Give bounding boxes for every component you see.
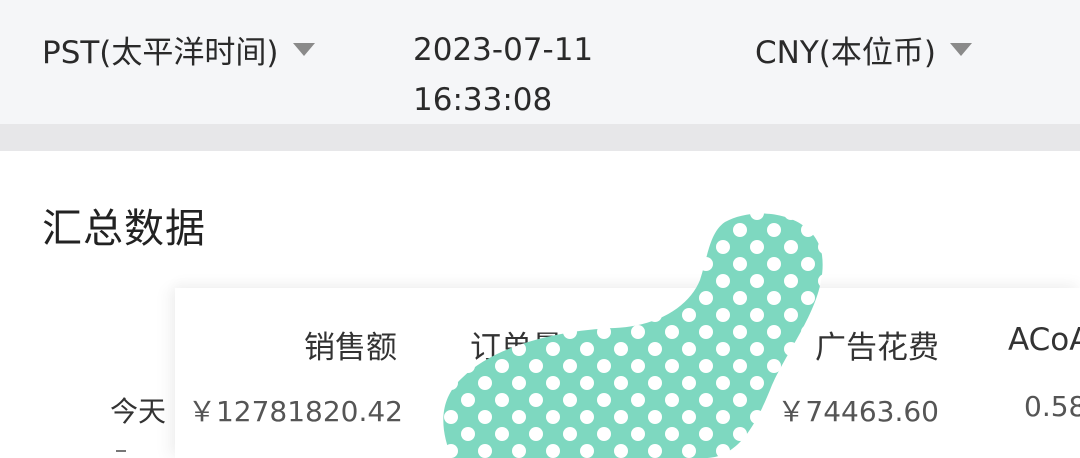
section-divider [0,124,1080,151]
timezone-label: PST(太平洋时间) [42,35,279,71]
column-header-ad-spend: 广告花费 [815,330,939,366]
column-header-sales: 销售额 [304,330,397,366]
column-header-acoa: ACoA [1008,322,1080,358]
current-datetime: 2023-07-11 16:33:08 [413,25,613,125]
row-label-today: 今天 [110,395,167,428]
current-time: 16:33:08 [413,82,553,118]
currency-selector[interactable]: CNY(本位币) [755,27,972,72]
cell-today-sales: ￥12781820.42 [187,395,403,428]
summary-table-card [175,288,1080,458]
timezone-selector[interactable]: PST(太平洋时间) [42,27,315,72]
column-header-orders: 订单量 [470,330,563,366]
next-row-peek [116,450,126,458]
cell-today-ad-spend: ￥74463.60 [777,395,939,428]
caret-down-icon [292,43,315,56]
top-toolbar: PST(太平洋时间) 2023-07-11 16:33:08 CNY(本位币) [0,0,1080,124]
caret-down-icon [949,43,972,56]
section-title: 汇总数据 [42,206,206,252]
cell-today-acoa: 0.58 [1024,390,1080,423]
current-date: 2023-07-11 [413,32,594,68]
currency-label: CNY(本位币) [755,35,936,71]
